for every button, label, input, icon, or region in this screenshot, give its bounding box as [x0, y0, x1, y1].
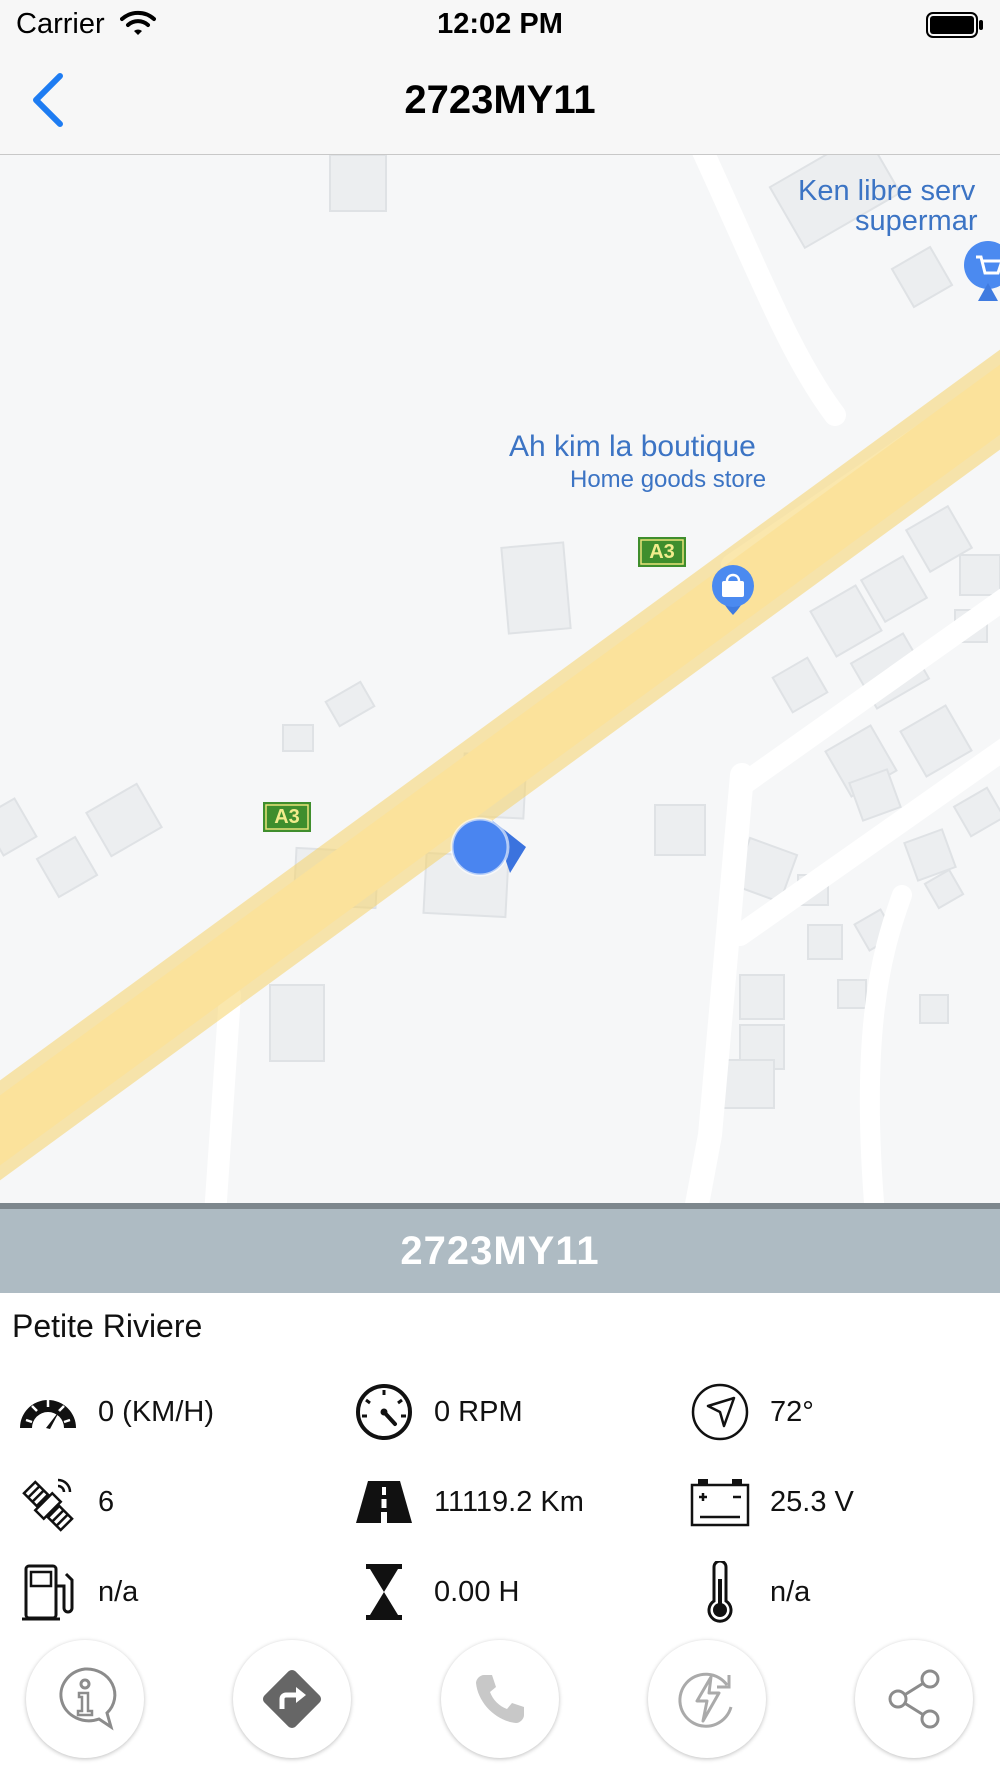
info-icon	[59, 1667, 117, 1731]
speed-stat: 0 (KM/H)	[16, 1380, 214, 1444]
directions-button[interactable]	[233, 1640, 351, 1758]
voltage-value: 25.3 V	[770, 1485, 854, 1518]
fuel-stat: n/a	[16, 1560, 138, 1624]
odometer-stat: 11119.2 Km	[352, 1470, 584, 1534]
info-button[interactable]	[26, 1640, 144, 1758]
rpm-stat: 0 RPM	[352, 1380, 523, 1444]
tachometer-icon	[352, 1380, 416, 1444]
poi-name-boutique[interactable]: Ah kim la boutique	[509, 430, 756, 464]
temperature-stat: n/a	[688, 1560, 810, 1624]
vehicle-plate: 2723MY11	[400, 1229, 600, 1273]
compass-heading-icon	[688, 1380, 752, 1444]
road-label-a3-1: A3	[649, 541, 675, 563]
engine-cut-icon	[678, 1672, 733, 1728]
temperature-value: n/a	[770, 1575, 811, 1608]
road-odometer-icon	[352, 1470, 416, 1534]
speedometer-icon	[16, 1380, 80, 1444]
road-label-a3-2: A3	[274, 806, 300, 828]
heading-stat: 72°	[688, 1380, 814, 1444]
share-button[interactable]	[855, 1640, 973, 1758]
thermometer-icon	[688, 1560, 752, 1624]
vehicle-plate-bar: 2723MY11	[0, 1203, 1000, 1293]
satellites-stat: 6	[16, 1470, 114, 1534]
page-title: 2723MY11	[404, 78, 596, 122]
share-icon	[888, 1669, 940, 1729]
poi-category-boutique: Home goods store	[570, 466, 767, 493]
directions-icon	[262, 1669, 322, 1729]
map-view[interactable]: A3 A3 Ah kim la boutique Home goods stor…	[0, 155, 1000, 1203]
hourglass-icon	[352, 1560, 416, 1624]
satellite-icon	[16, 1470, 80, 1534]
engine-hours-stat: 0.00 H	[352, 1560, 519, 1624]
vehicle-location-marker[interactable]	[450, 817, 526, 877]
battery-voltage-icon	[688, 1470, 752, 1534]
action-bar	[0, 1638, 1000, 1778]
speed-value: 0 (KM/H)	[98, 1395, 214, 1428]
clock: 12:02 PM	[437, 8, 563, 40]
engine-cut-button[interactable]	[648, 1640, 766, 1758]
poi-name-supermarket-line2: supermar	[855, 205, 978, 237]
navigation-bar: 2723MY11	[0, 50, 1000, 155]
battery-icon	[926, 12, 984, 43]
phone-icon	[476, 1675, 524, 1723]
heading-value: 72°	[770, 1395, 814, 1428]
engine-hours-value: 0.00 H	[434, 1575, 520, 1608]
rpm-value: 0 RPM	[434, 1395, 523, 1428]
call-button[interactable]	[441, 1640, 559, 1758]
vehicle-address: Petite Riviere	[12, 1308, 203, 1344]
map-buildings	[0, 155, 1000, 1109]
status-bar: Carrier 12:02 PM	[0, 0, 1000, 50]
satellites-value: 6	[98, 1485, 115, 1518]
poi-name-supermarket-line1[interactable]: Ken libre serv	[798, 175, 975, 208]
fuel-value: n/a	[98, 1575, 139, 1608]
voltage-stat: 25.3 V	[688, 1470, 854, 1534]
cart-pin-icon[interactable]	[964, 241, 1000, 301]
odometer-value: 11119.2 Km	[434, 1485, 584, 1518]
fuel-pump-icon	[16, 1560, 80, 1624]
